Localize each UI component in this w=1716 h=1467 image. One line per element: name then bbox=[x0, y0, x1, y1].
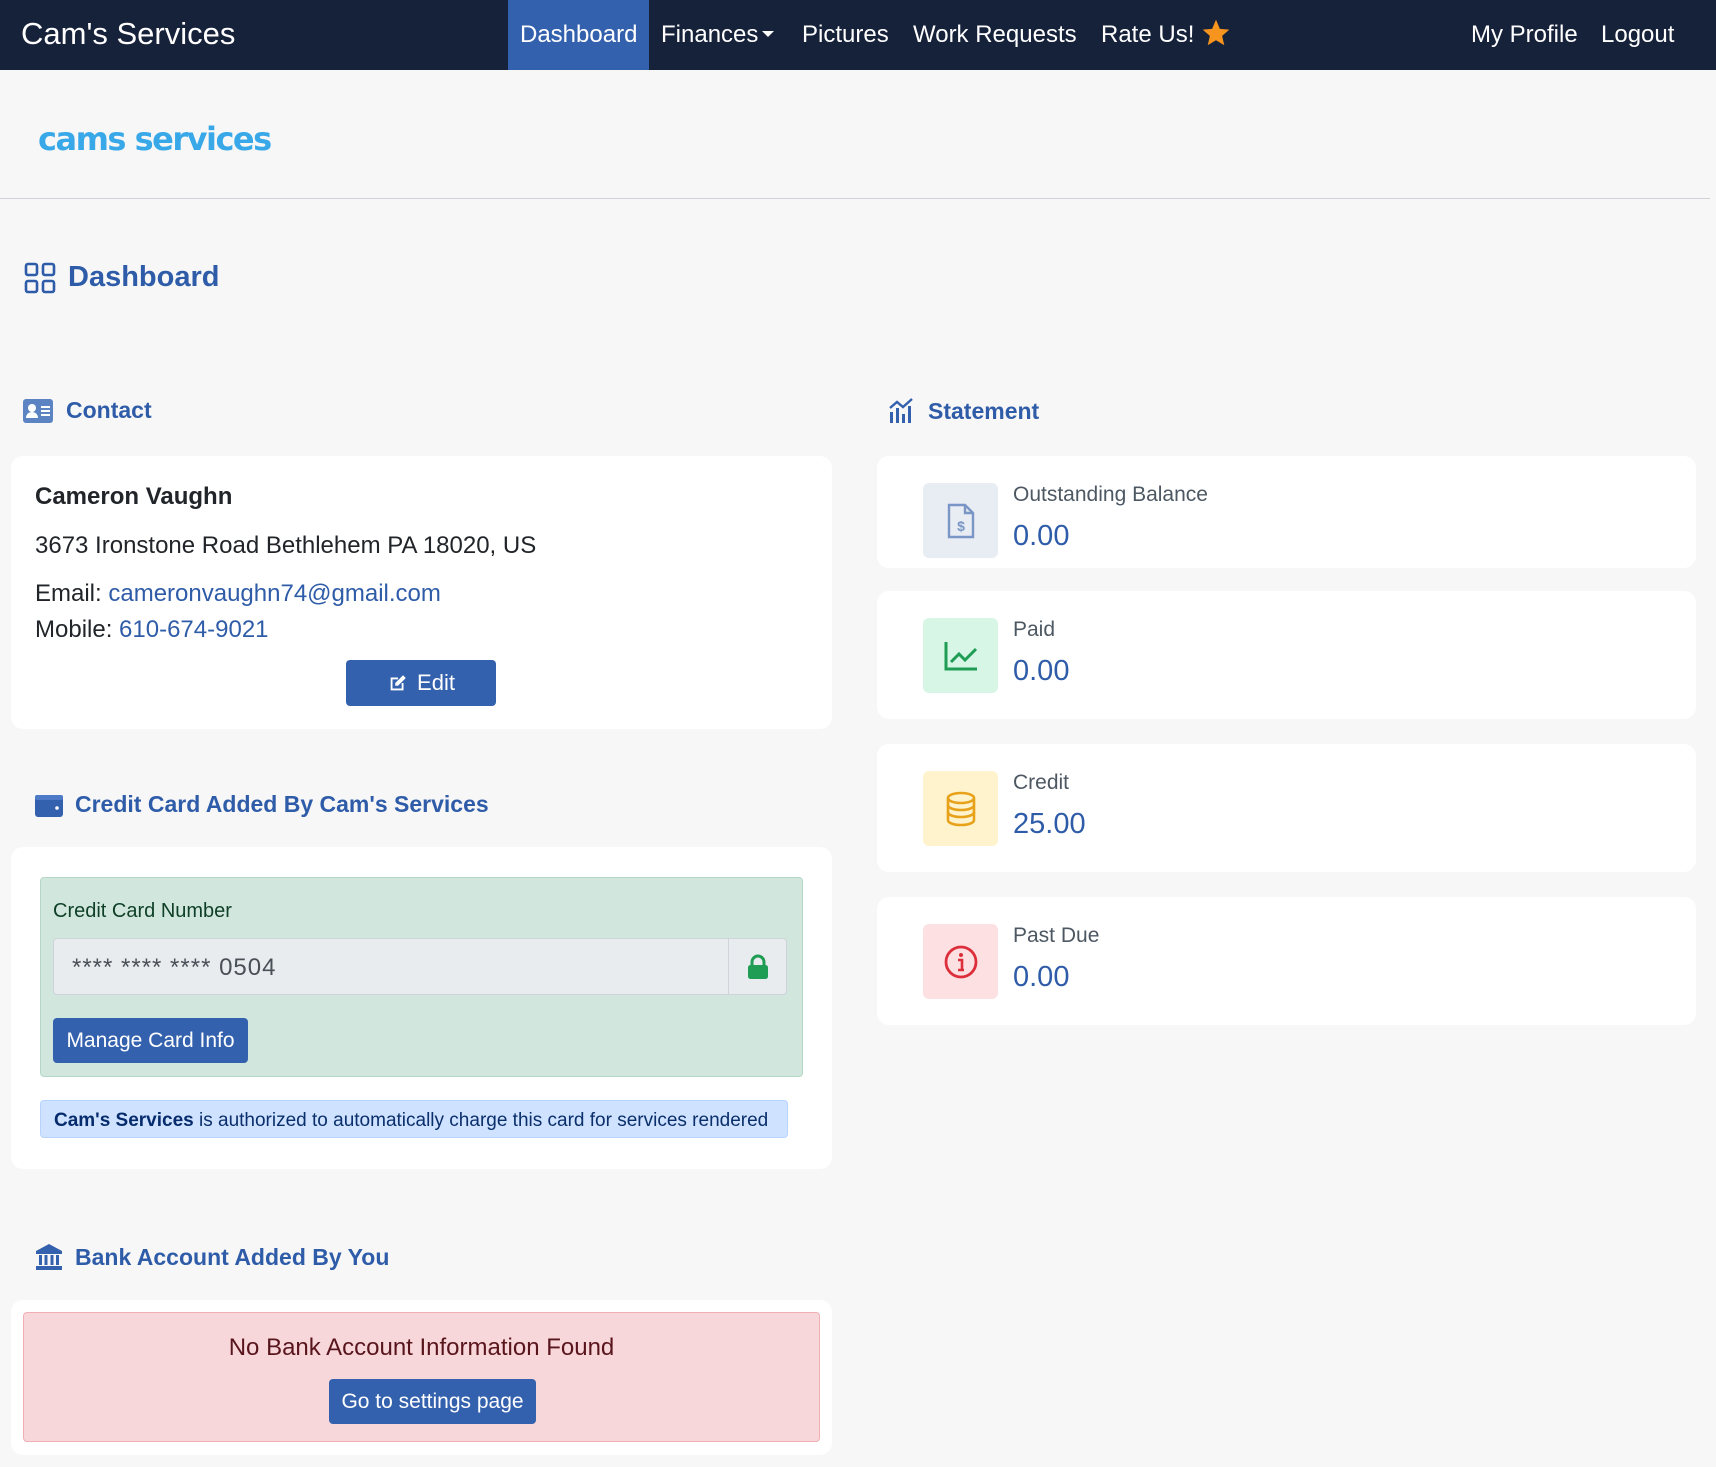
mobile-link[interactable]: 610-674-9021 bbox=[119, 616, 268, 643]
credit-card-balance-card: Credit 25.00 bbox=[877, 744, 1696, 872]
edit-icon bbox=[390, 675, 406, 691]
top-navbar: Cam's Services Dashboard Finances Pictur… bbox=[0, 0, 1716, 70]
paid-card: Paid 0.00 bbox=[877, 591, 1696, 719]
paid-label: Paid bbox=[1013, 618, 1056, 641]
contact-name: Cameron Vaughn bbox=[35, 483, 233, 510]
nav-rate-us-label: Rate Us! bbox=[1101, 21, 1195, 48]
nav-work-requests[interactable]: Work Requests bbox=[901, 0, 1089, 70]
past-due-value: 0.00 bbox=[1013, 961, 1070, 993]
outstanding-balance-card: $ Outstanding Balance 0.00 bbox=[877, 456, 1696, 568]
nav-logout-label: Logout bbox=[1601, 21, 1675, 48]
contact-address: 3673 Ironstone Road Bethlehem PA 18020, … bbox=[35, 532, 537, 559]
credit-card-number-label: Credit Card Number bbox=[53, 900, 232, 922]
coins-icon bbox=[923, 771, 998, 846]
mobile-label: Mobile: bbox=[35, 616, 113, 643]
chart-line-icon bbox=[923, 618, 998, 693]
nav-finances[interactable]: Finances bbox=[649, 0, 786, 70]
credit-card-number-value: **** **** **** 0504 bbox=[72, 954, 277, 981]
paid-value: 0.00 bbox=[1013, 655, 1070, 687]
nav-logout[interactable]: Logout bbox=[1589, 0, 1686, 70]
go-to-settings-button[interactable]: Go to settings page bbox=[329, 1379, 536, 1424]
no-bank-message: No Bank Account Information Found bbox=[228, 1334, 615, 1361]
nav-pictures-label: Pictures bbox=[802, 21, 889, 48]
credit-card-number-field: **** **** **** 0504 bbox=[53, 938, 787, 995]
no-bank-alert: No Bank Account Information Found Go to … bbox=[23, 1312, 820, 1442]
contact-card: Cameron Vaughn 3673 Ironstone Road Bethl… bbox=[11, 456, 832, 729]
edit-button-label: Edit bbox=[417, 670, 455, 695]
nav-my-profile[interactable]: My Profile bbox=[1459, 0, 1590, 70]
credit-card-lock-addon bbox=[728, 939, 786, 994]
company-logo: cams services bbox=[38, 120, 272, 158]
svg-text:$: $ bbox=[957, 518, 965, 534]
outstanding-balance-value: 0.00 bbox=[1013, 520, 1070, 552]
outstanding-balance-label: Outstanding Balance bbox=[1013, 483, 1208, 506]
lock-icon bbox=[747, 954, 768, 979]
credit-value: 25.00 bbox=[1013, 808, 1086, 840]
contact-card-icon bbox=[23, 398, 53, 423]
contact-email-row: Email: cameronvaughn74@gmail.com bbox=[35, 580, 441, 608]
notice-company: Cam's Services bbox=[54, 1110, 194, 1131]
go-to-settings-label: Go to settings page bbox=[341, 1389, 524, 1413]
nav-work-requests-label: Work Requests bbox=[913, 21, 1077, 48]
bank-section-title: Bank Account Added By You bbox=[35, 1243, 389, 1271]
bank-icon bbox=[36, 1244, 62, 1270]
wallet-icon bbox=[35, 794, 63, 817]
chart-bar-icon bbox=[889, 398, 913, 423]
past-due-card: Past Due 0.00 bbox=[877, 897, 1696, 1025]
nav-rate-us[interactable]: Rate Us! bbox=[1089, 0, 1244, 70]
credit-card-section-title: Credit Card Added By Cam's Services bbox=[35, 791, 489, 818]
contact-title-text: Contact bbox=[66, 397, 152, 423]
nav-my-profile-label: My Profile bbox=[1471, 21, 1578, 48]
past-due-label: Past Due bbox=[1013, 924, 1100, 947]
statement-title-text: Statement bbox=[928, 397, 1040, 424]
email-label: Email: bbox=[35, 580, 102, 607]
card-authorization-notice: Cam's Services is authorized to automati… bbox=[40, 1100, 788, 1138]
info-icon bbox=[923, 924, 998, 999]
navbar-brand[interactable]: Cam's Services bbox=[21, 16, 235, 52]
star-icon bbox=[1203, 19, 1230, 45]
invoice-icon: $ bbox=[923, 483, 998, 558]
bank-title-text: Bank Account Added By You bbox=[75, 1243, 390, 1270]
nav-finances-label: Finances bbox=[661, 21, 759, 48]
nav-pictures[interactable]: Pictures bbox=[790, 0, 901, 70]
contact-section-title: Contact bbox=[22, 397, 152, 424]
contact-mobile-row: Mobile: 610-674-9021 bbox=[35, 616, 269, 644]
credit-card-title-text: Credit Card Added By Cam's Services bbox=[75, 791, 489, 817]
header-divider bbox=[0, 198, 1710, 199]
grid-icon bbox=[24, 262, 56, 293]
chevron-down-icon bbox=[762, 30, 775, 37]
credit-label: Credit bbox=[1013, 771, 1070, 794]
credit-card-info-box: Credit Card Number **** **** **** 0504 M… bbox=[40, 877, 803, 1077]
page-title-text: Dashboard bbox=[68, 261, 220, 293]
credit-card-card: Credit Card Number **** **** **** 0504 M… bbox=[11, 847, 832, 1169]
nav-dashboard[interactable]: Dashboard bbox=[508, 0, 650, 70]
page-title: Dashboard bbox=[24, 261, 219, 294]
nav-dashboard-label: Dashboard bbox=[520, 21, 638, 48]
statement-section-title: Statement bbox=[888, 397, 1039, 425]
bank-card: No Bank Account Information Found Go to … bbox=[11, 1300, 832, 1455]
manage-card-info-label: Manage Card Info bbox=[66, 1028, 235, 1052]
email-link[interactable]: cameronvaughn74@gmail.com bbox=[108, 580, 441, 607]
edit-contact-button[interactable]: Edit bbox=[346, 660, 496, 706]
notice-text: is authorized to automatically charge th… bbox=[193, 1110, 769, 1131]
manage-card-info-button[interactable]: Manage Card Info bbox=[53, 1018, 248, 1063]
